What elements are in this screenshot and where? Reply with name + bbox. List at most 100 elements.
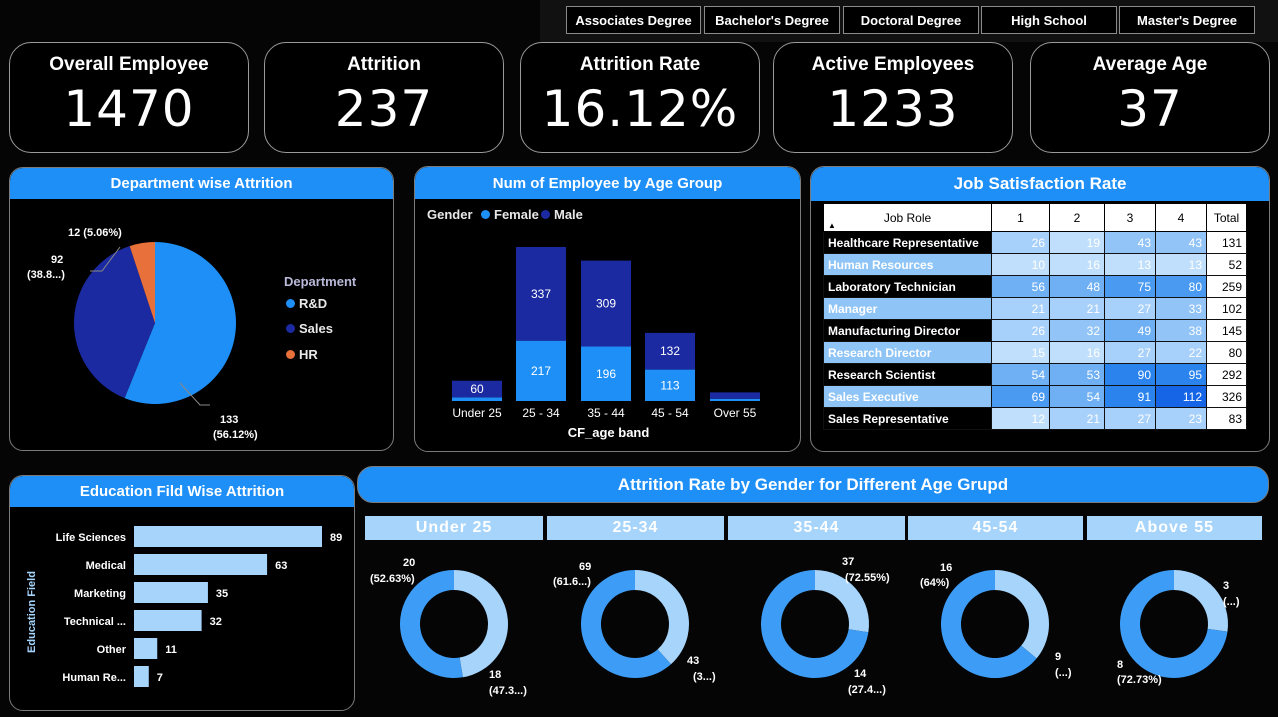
donut-dark-value: 20 xyxy=(403,557,415,569)
slicer-associates-degree[interactable]: Associates Degree xyxy=(566,6,701,34)
legend-sales[interactable]: Sales xyxy=(286,321,333,336)
donut-slice-light[interactable] xyxy=(995,570,1049,659)
satisfaction-cell: 21 xyxy=(991,297,1050,320)
satisfaction-cell: 54 xyxy=(991,363,1050,386)
donut-slice-light[interactable] xyxy=(1174,570,1228,632)
edu-value-label: 32 xyxy=(210,616,222,628)
kpi-value: 1233 xyxy=(827,80,959,138)
edu-bar[interactable] xyxy=(134,638,158,659)
x-tick-label: 25 - 34 xyxy=(522,406,560,420)
education-slicer: Associates Degree Bachelor's Degree Doct… xyxy=(540,0,1278,42)
table-row[interactable]: Healthcare Representative 26 19 43 43 131 xyxy=(823,231,1247,254)
job-role-cell: Sales Representative xyxy=(823,407,992,430)
table-row[interactable]: Sales Representative 12 21 27 23 83 xyxy=(823,407,1247,430)
col-4[interactable]: 4 xyxy=(1155,203,1207,232)
table-row[interactable]: Laboratory Technician 56 48 75 80 259 xyxy=(823,275,1247,298)
table-row[interactable]: Manufacturing Director 26 32 49 38 145 xyxy=(823,319,1247,342)
edu-bar[interactable] xyxy=(134,526,322,547)
slicer-high-school[interactable]: High School xyxy=(981,6,1117,34)
sales-pct-label: (38.8...) xyxy=(27,269,65,281)
donut-dark-pct: (64%) xyxy=(920,577,950,589)
donut-dark-value: 8 xyxy=(1117,659,1123,671)
y-tick-label: Technical ... xyxy=(64,616,126,628)
satisfaction-cell: 12 xyxy=(991,407,1050,430)
donut-dark-pct: (52.63%) xyxy=(370,573,415,585)
age-group-above-55: Above 55 xyxy=(1087,516,1262,540)
edu-bar[interactable] xyxy=(134,666,149,687)
satisfaction-cell: 95 xyxy=(1155,363,1207,386)
kpi-average-age: Average Age 37 xyxy=(1030,42,1270,153)
legend-label: Sales xyxy=(299,321,333,336)
table-row[interactable]: Human Resources 10 16 13 13 52 xyxy=(823,253,1247,276)
satisfaction-cell: 38 xyxy=(1155,319,1207,342)
education-bar-chart: Life Sciences 89 Medical 63 Marketing 35 Techn… xyxy=(56,526,342,687)
satisfaction-cell: 32 xyxy=(1049,319,1105,342)
panel-title: Job Satisfaction Rate xyxy=(811,167,1269,201)
col-job-role[interactable]: Job Role ▲ xyxy=(823,203,992,232)
col-3[interactable]: 3 xyxy=(1104,203,1156,232)
edu-bar[interactable] xyxy=(134,554,268,575)
col-1[interactable]: 1 xyxy=(991,203,1050,232)
donut-slice-dark[interactable] xyxy=(400,570,463,678)
donut-slice-light[interactable] xyxy=(635,570,689,665)
satisfaction-cell: 43 xyxy=(1104,231,1156,254)
total-cell: 259 xyxy=(1206,275,1247,298)
female-value-label: 217 xyxy=(531,364,551,378)
satisfaction-cell: 16 xyxy=(1049,341,1105,364)
dept-legend-title: Department xyxy=(284,274,357,289)
kpi-label: Active Employees xyxy=(811,54,975,75)
total-cell: 131 xyxy=(1206,231,1247,254)
satisfaction-cell: 48 xyxy=(1049,275,1105,298)
satisfaction-cell: 26 xyxy=(991,319,1050,342)
legend-hr[interactable]: HR xyxy=(286,347,318,362)
sales-value-label: 92 xyxy=(51,254,63,266)
donut-light-value: 3 xyxy=(1223,580,1229,592)
satisfaction-cell: 80 xyxy=(1155,275,1207,298)
satisfaction-cell: 56 xyxy=(991,275,1050,298)
kpi-attrition-rate: Attrition Rate 16.12% xyxy=(520,42,760,153)
col-2[interactable]: 2 xyxy=(1049,203,1105,232)
kpi-overall-employee: Overall Employee 1470 xyxy=(9,42,249,153)
gender-age-title: Attrition Rate by Gender for Different A… xyxy=(357,466,1269,503)
legend-rnd[interactable]: R&D xyxy=(286,296,327,311)
satisfaction-cell: 26 xyxy=(991,231,1050,254)
satisfaction-cell: 16 xyxy=(1049,253,1105,276)
table-row[interactable]: Sales Executive 69 54 91 112 326 xyxy=(823,385,1247,408)
col-total[interactable]: Total xyxy=(1206,203,1247,232)
total-cell: 80 xyxy=(1206,341,1247,364)
x-tick-label: 45 - 54 xyxy=(651,406,689,420)
job-satisfaction-panel: Job Satisfaction Rate Job Role ▲ 1 2 3 4 … xyxy=(810,166,1270,452)
total-cell: 83 xyxy=(1206,407,1247,430)
edu-value-label: 35 xyxy=(216,588,228,600)
slicer-bachelors-degree[interactable]: Bachelor's Degree xyxy=(704,6,840,34)
table-row[interactable]: Research Scientist 54 53 90 95 292 xyxy=(823,363,1247,386)
slicer-doctoral-degree[interactable]: Doctoral Degree xyxy=(843,6,979,34)
satisfaction-cell: 27 xyxy=(1104,341,1156,364)
table-row[interactable]: Manager 21 21 27 33 102 xyxy=(823,297,1247,320)
satisfaction-cell: 19 xyxy=(1049,231,1105,254)
slicer-masters-degree[interactable]: Master's Degree xyxy=(1119,6,1255,34)
kpi-label: Average Age xyxy=(1092,54,1208,75)
edu-value-label: 63 xyxy=(275,560,287,572)
satisfaction-cell: 33 xyxy=(1155,297,1207,320)
donut-slice-light[interactable] xyxy=(454,570,508,678)
satisfaction-cell: 23 xyxy=(1155,407,1207,430)
bar-female[interactable] xyxy=(452,397,502,401)
satisfaction-cell: 21 xyxy=(1049,297,1105,320)
rnd-value-label: 133 xyxy=(220,414,238,426)
sort-asc-icon[interactable]: ▲ xyxy=(828,221,836,230)
gender-donut-charts: 20 (52.63%) 18 (47.3...) 69 (61.6...) 43 (3...)… xyxy=(370,556,1240,697)
donut-light-pct: (47.3...) xyxy=(489,685,527,697)
kpi-label: Attrition Rate xyxy=(579,54,701,75)
education-field-panel: Education Fild Wise Attrition Education … xyxy=(9,475,355,711)
kpi-value: 237 xyxy=(334,80,434,138)
bar-male[interactable] xyxy=(710,392,760,399)
satisfaction-cell: 22 xyxy=(1155,341,1207,364)
bar-female[interactable] xyxy=(710,398,760,401)
table-row[interactable]: Research Director 15 16 27 22 80 xyxy=(823,341,1247,364)
donut-light-value: 9 xyxy=(1055,651,1061,663)
satisfaction-cell: 112 xyxy=(1155,385,1207,408)
edu-bar[interactable] xyxy=(134,582,208,603)
kpi-value: 16.12% xyxy=(541,80,739,138)
edu-bar[interactable] xyxy=(134,610,202,631)
